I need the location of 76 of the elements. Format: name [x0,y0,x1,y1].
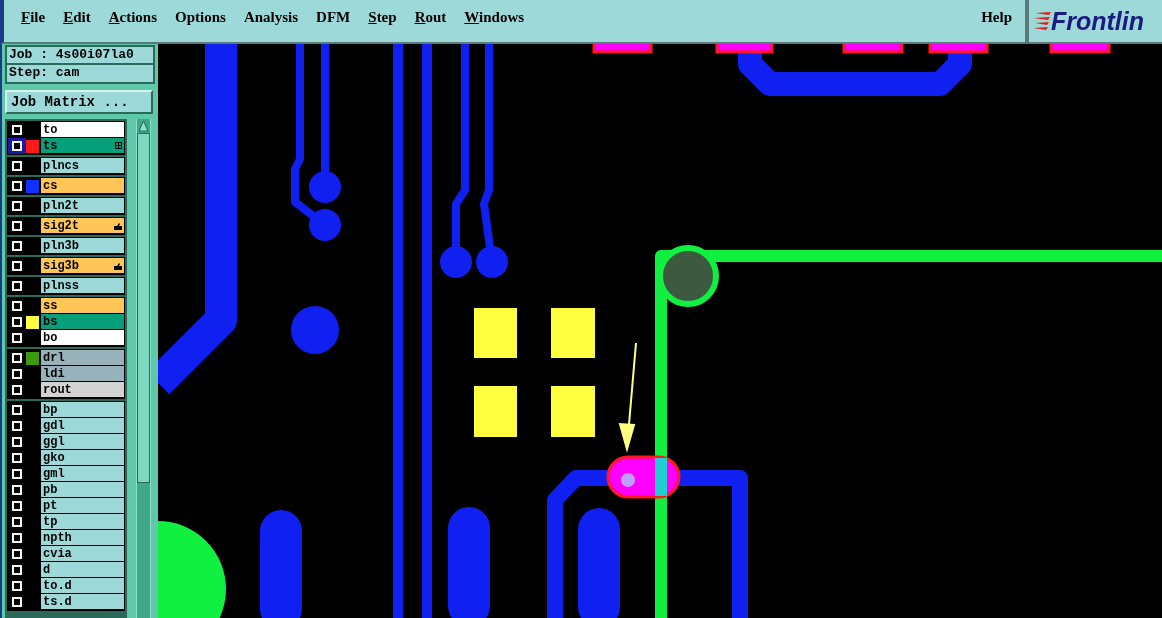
layer-name[interactable]: bs [41,314,124,330]
layer-checkbox[interactable] [12,301,22,311]
layer-name[interactable]: to.d [41,578,124,594]
grid-icon [115,142,122,149]
layer-checkbox[interactable] [12,453,22,463]
layer-name[interactable]: ggl [41,434,124,450]
layer-name[interactable]: bo [41,330,124,346]
layer-checkbox[interactable] [12,421,22,431]
layer-name[interactable]: pt [41,498,124,514]
layer-name[interactable]: gdl [41,418,124,434]
layer-checkbox[interactable] [12,405,22,415]
layer-name[interactable]: gml [41,466,124,482]
layer-name[interactable]: sig2t [41,218,124,234]
layer-checkbox[interactable] [12,565,22,575]
menu-item[interactable]: File [16,6,51,29]
layer-checkbox[interactable] [12,333,22,343]
layer-name[interactable]: drl [41,350,124,366]
layer-name[interactable]: pb [41,482,124,498]
layer-checkbox[interactable] [12,181,22,191]
step-label: Step: cam [5,65,155,84]
layer-checkbox[interactable] [12,161,22,171]
layer-checkbox[interactable] [12,581,22,591]
menu-item[interactable]: Actions [103,6,163,29]
layer-checkbox[interactable] [12,469,22,479]
speed-lines-icon [1033,11,1051,31]
menu-item[interactable]: Step [363,6,402,29]
menu-item[interactable]: Rout [409,6,452,29]
menu-item[interactable]: DFM [311,6,356,29]
layer-name[interactable]: plncs [41,158,124,174]
layer-name[interactable]: bp [41,402,124,418]
job-matrix-button[interactable]: Job Matrix ... [5,90,153,114]
layer-row[interactable]: ts [8,138,124,154]
layer-checkbox[interactable] [12,241,22,251]
layer-checkbox[interactable] [12,281,22,291]
layer-name[interactable]: plnss [41,278,124,294]
help-menu[interactable]: Help [976,6,1017,29]
layer-name[interactable]: rout [41,382,124,398]
job-label: Job : 4s00i07la0 [5,45,155,65]
layer-name[interactable]: ts.d [41,594,124,610]
menu-item[interactable]: Options [170,6,231,29]
layer-name[interactable]: ldi [41,366,124,382]
layer-checkbox[interactable] [12,549,22,559]
layer-checkbox[interactable] [12,597,22,607]
layer-name[interactable]: d [41,562,124,578]
scroll-up-icon[interactable] [137,119,150,133]
logo-text: Frontlin [1051,8,1145,34]
layer-checkbox[interactable] [12,201,22,211]
scrollbar[interactable] [136,119,151,618]
layer-checkbox[interactable] [12,369,22,379]
layer-checkbox[interactable] [12,317,22,327]
layer-name[interactable]: ts [41,138,124,154]
layer-checkbox[interactable] [12,141,22,151]
menu-item[interactable]: Analysis [238,6,304,29]
layer-checkbox[interactable] [12,385,22,395]
menu-item[interactable]: Windows [459,6,530,29]
layer-checkbox[interactable] [12,125,22,135]
layer-name[interactable]: to [41,122,124,138]
scroll-thumb[interactable] [137,133,150,483]
layer-checkbox[interactable] [12,533,22,543]
layer-name[interactable]: cs [41,178,124,194]
layer-name[interactable]: pln2t [41,198,124,214]
layer-name[interactable]: npth [41,530,124,546]
layer-checkbox[interactable] [12,221,22,231]
menu-item[interactable]: Edit [58,6,96,29]
layer-checkbox[interactable] [12,261,22,271]
layer-name[interactable]: pln3b [41,238,124,254]
layer-name[interactable]: sig3b [41,258,124,274]
layer-checkbox[interactable] [12,501,22,511]
layer-name[interactable]: cvia [41,546,124,562]
layer-name[interactable]: gko [41,450,124,466]
layer-name[interactable]: ss [41,298,124,314]
layer-name[interactable]: tp [41,514,124,530]
layer-checkbox[interactable] [12,517,22,527]
layer-checkbox[interactable] [12,437,22,447]
layer-checkbox[interactable] [12,353,22,363]
layer-checkbox[interactable] [12,485,22,495]
